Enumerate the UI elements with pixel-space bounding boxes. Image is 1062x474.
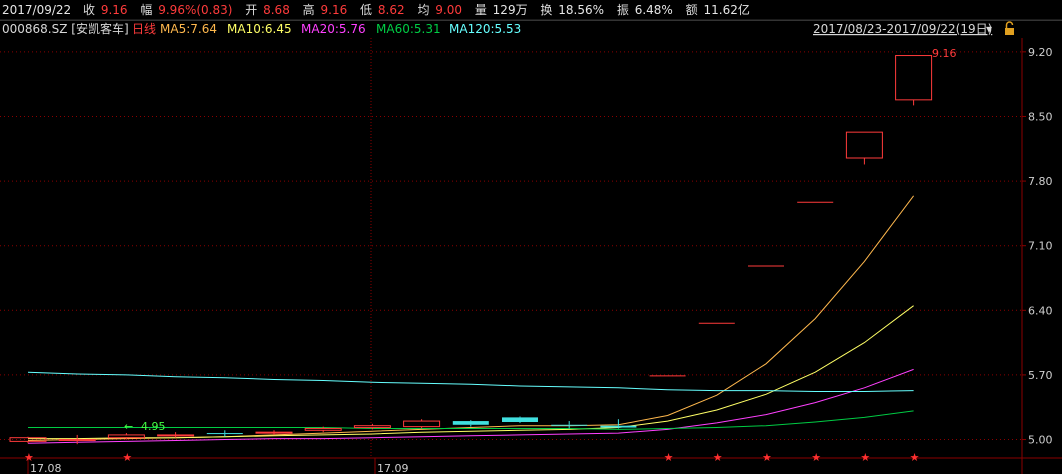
ma10-line	[28, 305, 914, 440]
event-star-icon: ★	[664, 451, 674, 464]
candle-body	[206, 433, 243, 435]
candle[interactable]	[206, 430, 243, 437]
ma120-legend: MA120:5.53	[449, 22, 521, 36]
candle-body	[107, 434, 145, 439]
y-tick-label: 6.40	[1028, 304, 1053, 317]
event-star-icon: ★	[762, 451, 772, 464]
candle[interactable]	[551, 421, 588, 429]
event-star-icon: ★	[24, 451, 34, 464]
low-annotation: ← 4.95	[124, 420, 166, 433]
candle-body	[58, 439, 96, 442]
date-axis: 17.08 17.09	[27, 458, 409, 474]
candle-body	[353, 425, 391, 429]
high-annotation: 9.16	[932, 47, 957, 60]
candle-body	[895, 55, 933, 101]
moving-average-layer	[27, 195, 914, 444]
grid-layer	[0, 19, 1062, 474]
candle[interactable]	[452, 420, 489, 427]
candle-body	[304, 427, 342, 431]
y-tick-label: 7.80	[1028, 175, 1053, 188]
y-tick-label: 7.10	[1028, 240, 1053, 253]
ma10-legend: MA10:6.45	[227, 22, 292, 36]
candle[interactable]	[600, 419, 637, 429]
candle[interactable]	[845, 131, 883, 165]
candle-body	[551, 424, 588, 426]
event-star-icon: ★	[910, 451, 920, 464]
symbol-label: 000868.SZ [安凯客车]	[2, 21, 129, 36]
kline-chart[interactable]: 9.208.507.807.106.405.705.00 17.08 17.09 …	[0, 0, 1062, 474]
low-annotation-value: 4.95	[141, 420, 166, 433]
event-star-icon: ★	[860, 451, 870, 464]
chevron-down-icon[interactable]: ▾	[986, 22, 992, 36]
candle-layer	[9, 55, 933, 445]
event-star-icon: ★	[122, 451, 132, 464]
candle[interactable]	[502, 416, 538, 423]
ma5-legend: MA5:7.64	[160, 22, 217, 36]
candle[interactable]	[895, 55, 933, 106]
candle-body	[255, 431, 293, 434]
candle-body	[157, 434, 195, 437]
ma20-legend: MA20:5.76	[301, 22, 366, 36]
candle-body	[502, 417, 538, 422]
price-axis: 9.20 8.50 7.80 7.10 6.40 5.70 5.00	[1022, 46, 1053, 447]
date-range-label[interactable]: 2017/08/23-2017/09/22(19日)	[813, 22, 992, 36]
candle[interactable]	[403, 419, 441, 429]
svg-text:←: ←	[124, 420, 133, 433]
candle-body	[845, 131, 883, 159]
event-star-icon: ★	[811, 451, 821, 464]
candle-body	[403, 420, 441, 428]
y-tick-label: 5.00	[1028, 434, 1053, 447]
ma5-line	[27, 195, 914, 441]
x-tick-label: 17.09	[377, 462, 409, 474]
y-tick-label: 8.50	[1028, 110, 1053, 123]
candle-body	[600, 425, 637, 428]
lock-icon[interactable]	[1005, 21, 1014, 35]
period-label[interactable]: 日线	[132, 22, 156, 36]
event-star-icon: ★	[713, 451, 723, 464]
y-tick-label: 5.70	[1028, 369, 1053, 382]
x-tick-label: 17.08	[30, 462, 62, 474]
candle-body	[452, 421, 489, 425]
y-tick-label: 9.20	[1028, 46, 1053, 59]
ma60-legend: MA60:5.31	[376, 22, 441, 36]
